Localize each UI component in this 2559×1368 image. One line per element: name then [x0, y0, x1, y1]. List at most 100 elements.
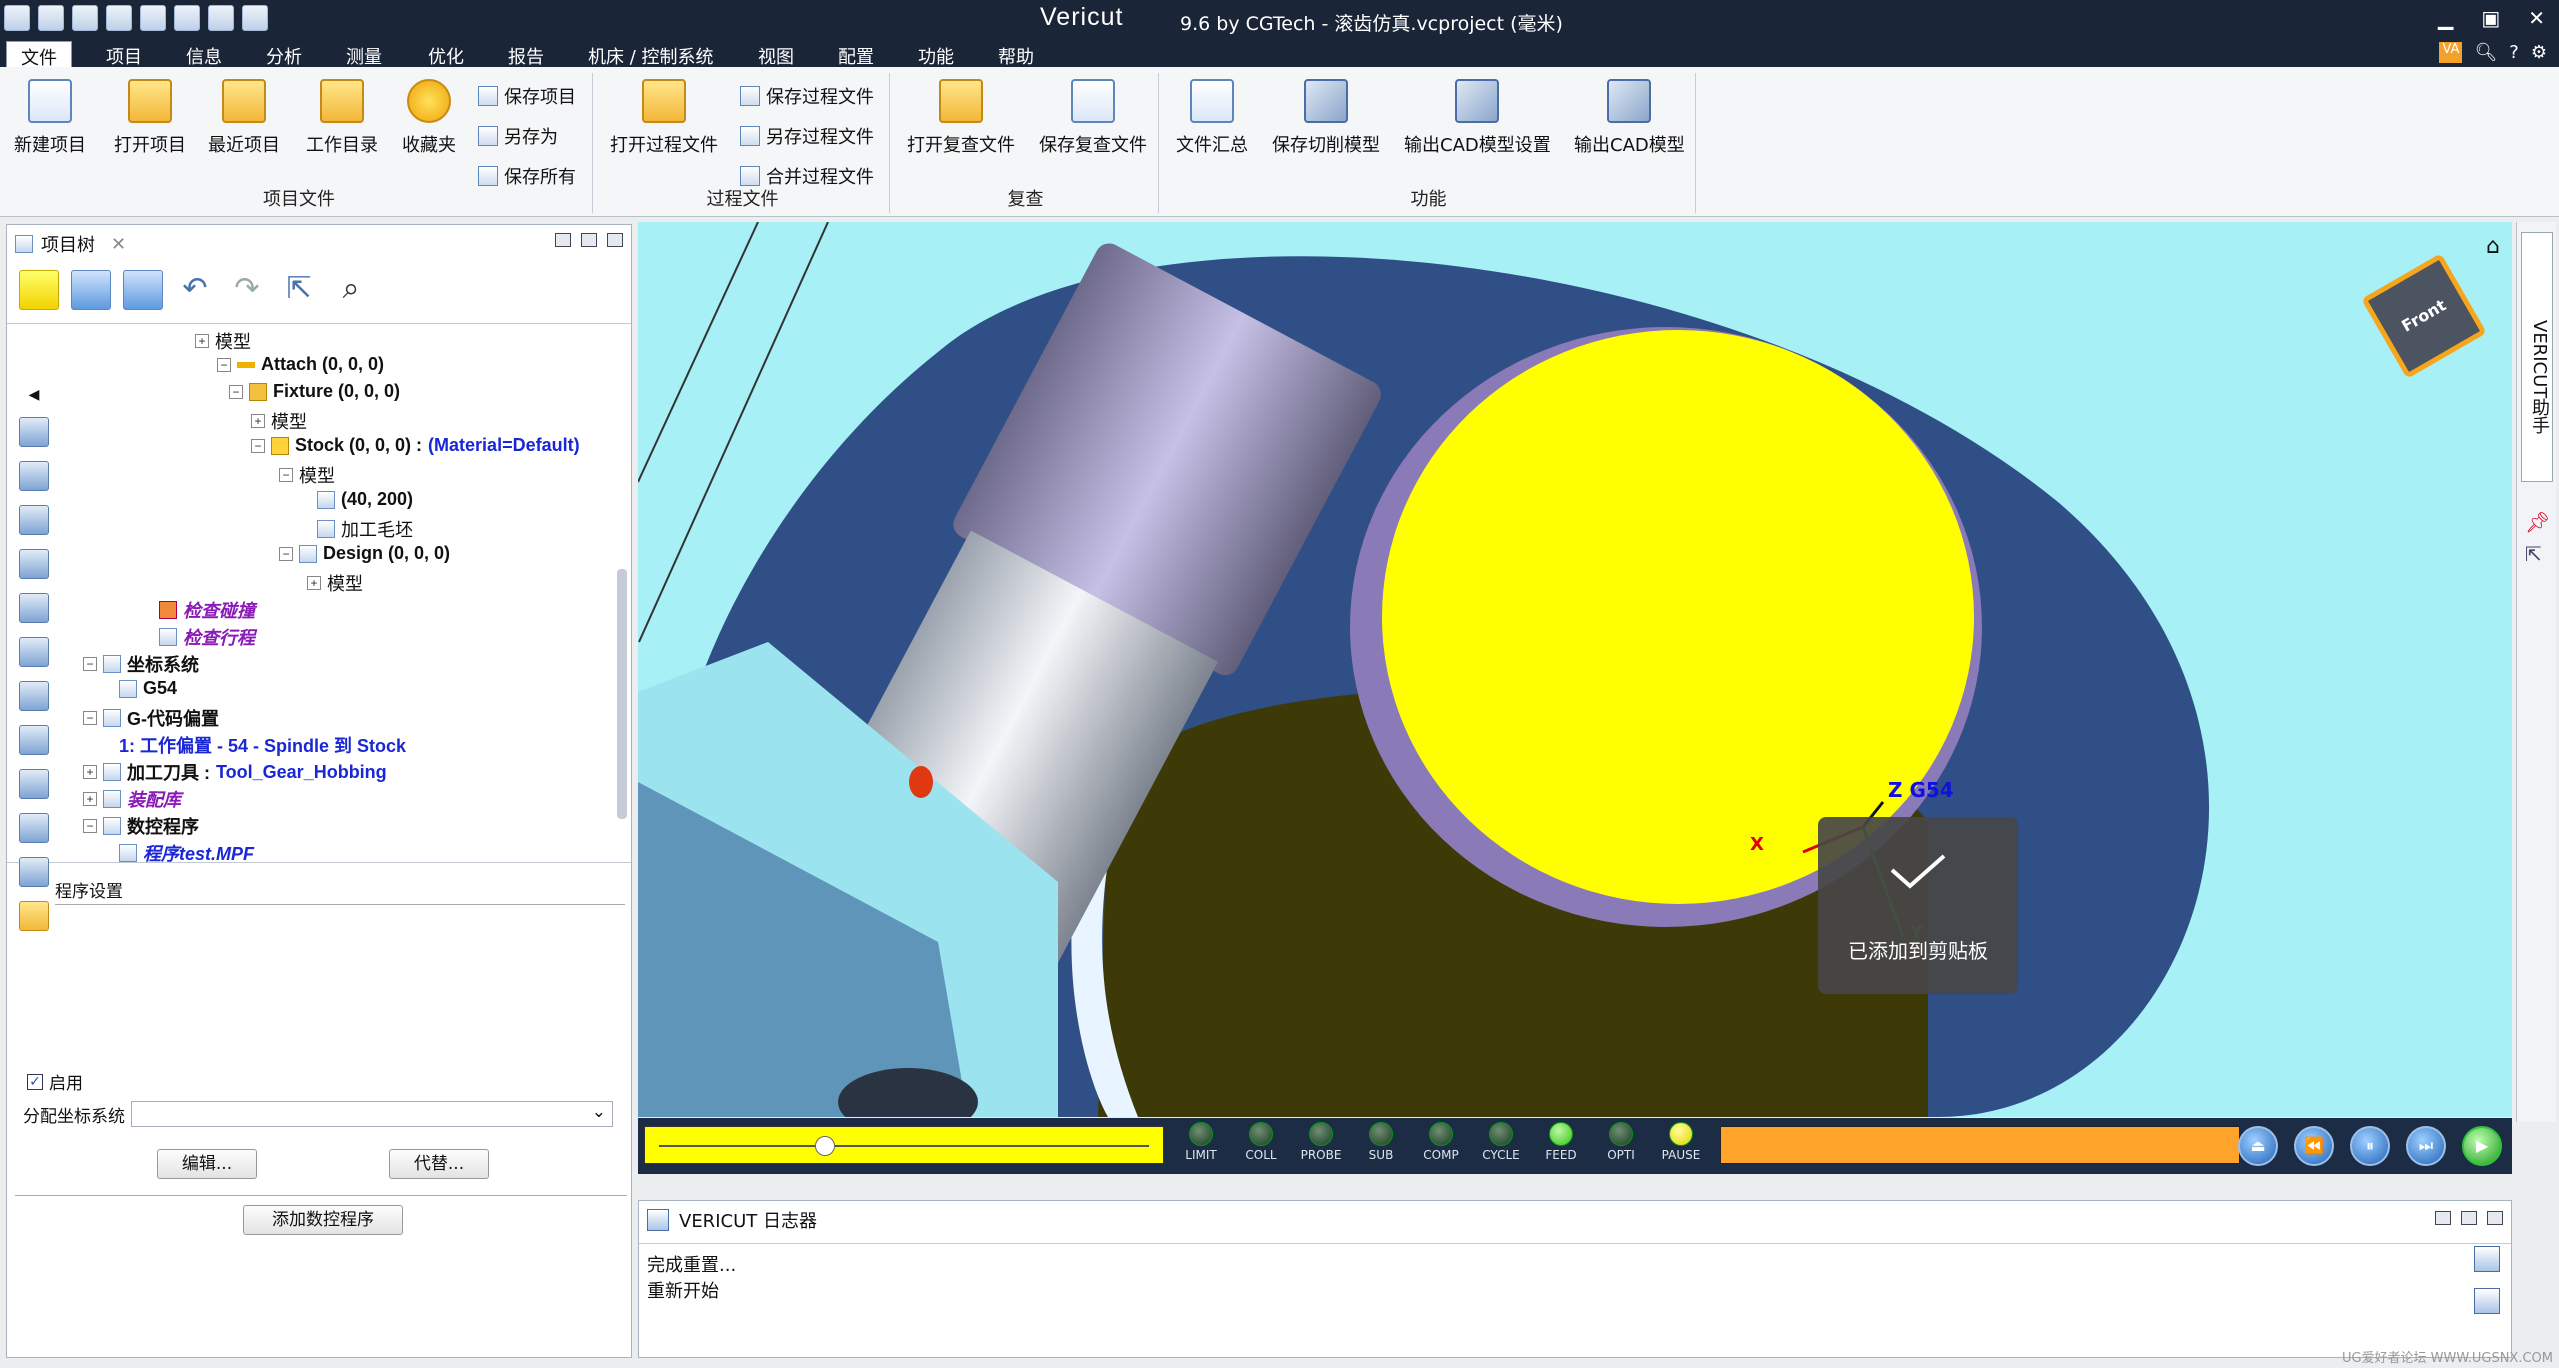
assign-coord-select[interactable]: ⌄: [131, 1101, 613, 1127]
menu-project[interactable]: 项目: [106, 43, 142, 69]
open-project-button[interactable]: 打开项目: [114, 79, 186, 157]
export-cad-model-button[interactable]: 输出CAD模型: [1574, 79, 1685, 157]
float-icon[interactable]: [2461, 1211, 2477, 1225]
ip-file-icon[interactable]: [19, 901, 49, 931]
rewind-icon[interactable]: ⏪: [2294, 1126, 2334, 1166]
menu-analysis[interactable]: 分析: [266, 43, 302, 69]
tree-node-stock[interactable]: − Stock (0, 0, 0) : (Material=Default): [251, 435, 580, 456]
search-icon[interactable]: 🔍︎: [2474, 42, 2497, 63]
slider-knob[interactable]: [814, 1136, 835, 1156]
tree-node-design[interactable]: − Design (0, 0, 0): [279, 543, 450, 564]
tree-node-cylinder[interactable]: (40, 200): [317, 489, 413, 510]
edit-button[interactable]: 编辑...: [157, 1149, 257, 1179]
settings-icon[interactable]: ⚙: [2531, 42, 2547, 63]
redo-icon[interactable]: ↷: [227, 270, 267, 310]
save-review-file-button[interactable]: 保存复查文件: [1039, 79, 1147, 157]
add-nc-program-button[interactable]: 添加数控程序: [243, 1205, 403, 1235]
info-icon[interactable]: [106, 5, 132, 31]
minimize-icon[interactable]: [2435, 1211, 2451, 1225]
new-project-button[interactable]: 新建项目: [14, 79, 86, 157]
assistant-icon[interactable]: VA: [2439, 42, 2463, 63]
menu-info[interactable]: 信息: [186, 43, 222, 69]
float-icon[interactable]: [581, 233, 597, 247]
save-process-file-button[interactable]: 保存过程文件: [740, 83, 874, 109]
menu-help[interactable]: 帮助: [998, 43, 1034, 69]
tree-node-blank[interactable]: 加工毛坯: [317, 516, 413, 542]
maximize-icon[interactable]: [607, 233, 623, 247]
favorites-button[interactable]: 收藏夹: [402, 79, 456, 157]
collision-icon[interactable]: [19, 549, 49, 579]
menu-view[interactable]: 视图: [758, 43, 794, 69]
configure-icon[interactable]: [71, 270, 111, 310]
3d-viewport[interactable]: Z G54 X Y Front ⌂ 已添加到剪贴板: [638, 222, 2512, 1117]
nc-program-icon[interactable]: [19, 813, 49, 843]
tools-icon[interactable]: [72, 5, 98, 31]
maximize-icon[interactable]: ▣: [2481, 6, 2500, 30]
pause-icon[interactable]: ⏸: [2350, 1126, 2390, 1166]
tree-node-check-travel[interactable]: 检查行程: [159, 624, 255, 650]
travel-limit-icon[interactable]: [19, 593, 49, 623]
step-icon[interactable]: ⏭: [2406, 1126, 2446, 1166]
layout-single-icon[interactable]: [140, 5, 166, 31]
menu-function[interactable]: 功能: [918, 43, 954, 69]
tree-node-model[interactable]: − 模型: [279, 462, 335, 488]
play-icon[interactable]: ▶: [2462, 1126, 2502, 1166]
tree-node-model[interactable]: + 模型: [195, 328, 251, 354]
menu-machine-control[interactable]: 机床 / 控制系统: [588, 43, 714, 69]
tab-vericut-assistant[interactable]: VERICUT助手: [2521, 232, 2553, 482]
tree-node-assembly[interactable]: + 装配库: [83, 786, 181, 812]
log-settings-icon[interactable]: [2474, 1288, 2500, 1314]
minimize-icon[interactable]: [555, 233, 571, 247]
tree-node-tool[interactable]: + 加工刀具 : Tool_Gear_Hobbing: [83, 759, 387, 785]
tree-scrollbar[interactable]: [617, 569, 627, 819]
layout-quad-icon[interactable]: [242, 5, 268, 31]
minimize-icon[interactable]: ▁: [2438, 6, 2453, 30]
tab-logger[interactable]: VERICUT 日志器: [647, 1207, 817, 1233]
tree-node-g54[interactable]: G54: [119, 678, 177, 699]
open-review-file-button[interactable]: 打开复查文件: [907, 79, 1015, 157]
collapse-arrow-icon[interactable]: ◀: [19, 386, 49, 403]
tree-node-model[interactable]: + 模型: [307, 570, 363, 596]
control-icon[interactable]: [19, 461, 49, 491]
layout-split-vertical-icon[interactable]: [174, 5, 200, 31]
tool-library-icon[interactable]: [19, 769, 49, 799]
menu-report[interactable]: 报告: [508, 43, 544, 69]
tree-node-attach[interactable]: − Attach (0, 0, 0): [217, 354, 384, 375]
undo-icon[interactable]: ↶: [175, 270, 215, 310]
coordinate-system-icon[interactable]: [19, 637, 49, 667]
selection-mode-icon[interactable]: [19, 270, 59, 310]
component-icon[interactable]: [19, 505, 49, 535]
save-cut-model-button[interactable]: 保存切削模型: [1272, 79, 1380, 157]
maximize-icon[interactable]: [2487, 1211, 2503, 1225]
save-as-button[interactable]: 另存为: [478, 123, 558, 149]
animation-speed-slider[interactable]: [644, 1126, 1164, 1164]
tree-node-coord-sys[interactable]: − 坐标系统: [83, 651, 199, 677]
export-icon[interactable]: ⇱: [279, 270, 319, 310]
tree-node-model[interactable]: + 模型: [251, 408, 307, 434]
subroutine-icon[interactable]: [19, 857, 49, 887]
tree-node-fixture[interactable]: − Fixture (0, 0, 0): [229, 381, 400, 402]
tree-node-nc-programs[interactable]: − 数控程序: [83, 813, 199, 839]
g-code-offset-icon[interactable]: [19, 681, 49, 711]
eject-icon[interactable]: ⏏: [2238, 1126, 2278, 1166]
tree-node-check-collision[interactable]: 检查碰撞: [159, 597, 255, 623]
export-cad-settings-button[interactable]: 输出CAD模型设置: [1404, 79, 1551, 157]
machine-icon[interactable]: [19, 417, 49, 447]
recent-projects-button[interactable]: 最近项目: [208, 79, 280, 157]
enabled-checkbox[interactable]: ✓ 启用: [27, 1069, 83, 1094]
menu-optimize[interactable]: 优化: [428, 43, 464, 69]
layout-split-horizontal-icon[interactable]: [208, 5, 234, 31]
working-dir-button[interactable]: 工作目录: [306, 79, 378, 157]
menu-measure[interactable]: 测量: [346, 43, 382, 69]
tree-node-work-offset[interactable]: 1: 工作偏置 - 54 - Spindle 到 Stock: [119, 732, 406, 758]
menu-config[interactable]: 配置: [838, 43, 874, 69]
tree-node-gcode-offsets[interactable]: − G-代码偏置: [83, 705, 219, 731]
save-project-button[interactable]: 保存项目: [478, 83, 576, 109]
close-tab-icon[interactable]: ✕: [111, 234, 126, 255]
binoculars-icon[interactable]: ⌕: [331, 270, 371, 310]
replace-button[interactable]: 代替...: [389, 1149, 489, 1179]
close-icon[interactable]: ✕: [2528, 6, 2545, 30]
save-process-file-as-button[interactable]: 另存过程文件: [740, 123, 874, 149]
tool-icon[interactable]: [19, 725, 49, 755]
add-component-icon[interactable]: [123, 270, 163, 310]
